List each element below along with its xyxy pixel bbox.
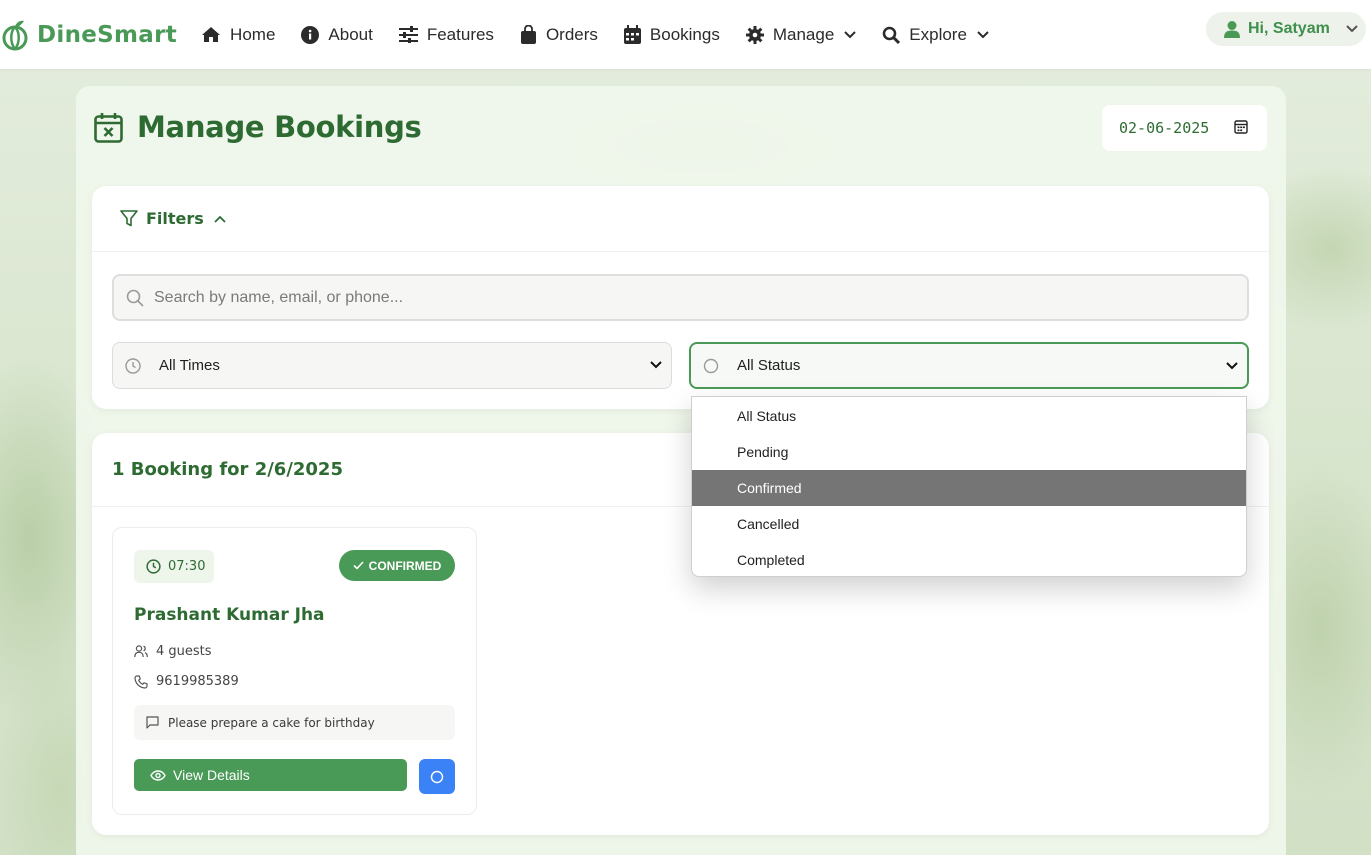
nav-orders-label: Orders (545, 24, 598, 44)
booking-time: 07:30 (134, 550, 214, 583)
nav-bookings[interactable]: Bookings (623, 24, 720, 45)
brand-name: DineSmart (37, 21, 178, 48)
eye-icon (150, 769, 166, 781)
guest-count: 4 guests (134, 644, 212, 659)
guest-count-value: 4 guests (156, 644, 212, 659)
results-count: 1 Booking for 2/6/2025 (112, 459, 343, 480)
top-navbar: DineSmart Home About Features Orders Boo… (0, 0, 1371, 69)
nav-manage[interactable]: Manage (745, 24, 856, 45)
guest-name: Prashant Kumar Jha (134, 605, 325, 625)
nav-orders[interactable]: Orders (520, 25, 598, 45)
guest-phone-value: 9619985389 (156, 674, 239, 689)
gear-icon (745, 25, 764, 44)
sliders-icon (398, 26, 418, 43)
chevron-down-icon (1346, 25, 1358, 33)
clock-icon (146, 559, 161, 574)
chevron-down-icon (977, 30, 989, 38)
circle-icon (703, 358, 719, 373)
booking-note: Please prepare a cake for birthday (134, 705, 455, 740)
booking-card: 07:30 CONFIRMED Prashant Kumar Jha 4 gue… (112, 527, 477, 815)
calendar-icon (623, 25, 641, 44)
nav-home-label: Home (230, 24, 276, 44)
filters-card: Filters Search by name, email, or phone.… (92, 186, 1269, 409)
time-filter-select[interactable]: All Times (112, 342, 672, 389)
nav-features-label: Features (426, 24, 494, 44)
search-placeholder: Search by name, email, or phone... (154, 288, 404, 306)
user-greeting: Hi, Satyam (1248, 20, 1330, 37)
status-filter-select[interactable]: All Status (689, 342, 1249, 389)
status-badge-label: CONFIRMED (368, 558, 442, 573)
page-title: Manage Bookings (137, 110, 422, 144)
view-details-button[interactable]: View Details (134, 759, 407, 791)
nav-bookings-label: Bookings (649, 24, 720, 44)
date-value: 02-06-2025 (1119, 119, 1210, 137)
check-icon (353, 561, 364, 570)
page-header: Manage Bookings (94, 110, 422, 144)
time-filter-value: All Times (159, 357, 220, 374)
clock-icon (125, 357, 141, 374)
status-badge: CONFIRMED (339, 550, 455, 581)
circle-icon (430, 770, 444, 783)
status-dropdown-list: All Status Pending Confirmed Cancelled C… (691, 396, 1247, 577)
chevron-down-icon (650, 361, 662, 369)
nav-home[interactable]: Home (201, 25, 275, 45)
nav-about-label: About (328, 24, 373, 44)
shopping-bag-icon (520, 25, 536, 44)
user-menu-button[interactable]: Hi, Satyam (1206, 12, 1366, 46)
chevron-down-icon (844, 30, 856, 38)
filters-toggle[interactable]: Filters (92, 186, 1269, 252)
filter-icon (120, 210, 138, 227)
users-icon (134, 645, 148, 658)
calendar-icon[interactable] (1234, 119, 1248, 134)
chevron-down-icon (1226, 362, 1238, 370)
home-icon (202, 27, 221, 42)
calendar-x-icon (94, 112, 123, 143)
status-action-button[interactable] (419, 759, 455, 794)
status-option-all[interactable]: All Status (692, 397, 1246, 434)
guest-phone: 9619985389 (134, 674, 239, 689)
brand-logo[interactable]: DineSmart (2, 19, 177, 51)
nav-explore[interactable]: Explore (882, 25, 989, 45)
view-details-label: View Details (173, 767, 250, 783)
filters-label: Filters (146, 209, 204, 228)
booking-note-text: Please prepare a cake for birthday (168, 715, 375, 730)
status-filter-value: All Status (737, 357, 801, 374)
chevron-up-icon (214, 215, 226, 223)
booking-time-value: 07:30 (168, 559, 206, 574)
status-option-cancelled[interactable]: Cancelled (692, 506, 1246, 542)
date-picker[interactable]: 02-06-2025 (1102, 105, 1267, 151)
status-option-pending[interactable]: Pending (692, 434, 1246, 470)
nav-manage-label: Manage (772, 24, 835, 44)
nav-about[interactable]: About (301, 24, 373, 45)
info-icon (301, 25, 320, 44)
message-icon (146, 716, 159, 729)
status-option-confirmed[interactable]: Confirmed (692, 470, 1246, 506)
phone-icon (134, 674, 148, 689)
nav-explore-label: Explore (909, 24, 967, 44)
search-icon (882, 26, 901, 44)
search-input[interactable]: Search by name, email, or phone... (112, 274, 1249, 321)
nav-features[interactable]: Features (398, 24, 494, 45)
leaf-logo-icon (2, 20, 28, 50)
search-icon (126, 289, 144, 307)
user-icon (1224, 20, 1240, 38)
status-option-completed[interactable]: Completed (692, 542, 1246, 576)
